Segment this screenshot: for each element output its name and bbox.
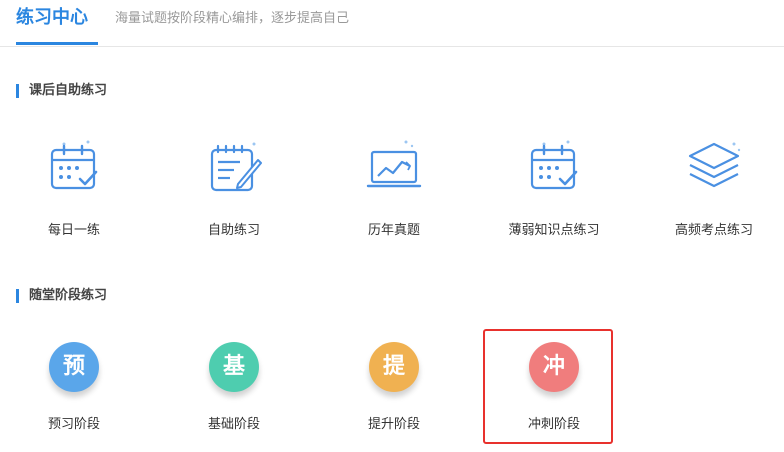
page-header: 练习中心 海量试题按阶段精心编排，逐步提高自己 [0, 0, 784, 47]
stage-card-label: 提升阶段 [367, 417, 420, 432]
page-subtitle: 海量试题按阶段精心编排，逐步提高自己 [115, 11, 350, 26]
stage-badge: 预 [49, 342, 99, 392]
notebook-pen-icon [204, 138, 264, 198]
practice-card-high-frequency[interactable]: 高频考点练习 [651, 138, 777, 248]
laptop-chart-icon [364, 138, 424, 198]
stage-card-label: 预习阶段 [47, 417, 100, 432]
stage-card-label: 基础阶段 [207, 417, 260, 432]
stage-badge: 提 [369, 342, 419, 392]
practice-card-label: 每日一练 [47, 223, 100, 238]
practice-card-label: 自助练习 [207, 223, 260, 238]
section-marker [16, 84, 19, 98]
layers-icon [684, 138, 744, 198]
selection-highlight-box [483, 329, 613, 444]
calendar-check-icon [44, 138, 104, 198]
page-title[interactable]: 练习中心 [16, 6, 88, 30]
practice-card-past-exams[interactable]: 历年真题 [331, 138, 457, 248]
stage-card-basic[interactable]: 基 基础阶段 [171, 342, 297, 452]
section-title: 随堂阶段练习 [29, 288, 108, 303]
practice-card-weak-points[interactable]: 薄弱知识点练习 [491, 138, 617, 248]
calendar-check-icon [524, 138, 584, 198]
stage-card-preview[interactable]: 预 预习阶段 [11, 342, 137, 452]
practice-card-label: 高频考点练习 [674, 223, 753, 238]
stage-card-advance[interactable]: 提 提升阶段 [331, 342, 457, 452]
active-tab-underline [16, 42, 98, 45]
practice-card-daily[interactable]: 每日一练 [11, 138, 137, 248]
section-title: 课后自助练习 [29, 83, 108, 98]
stage-badge: 基 [209, 342, 259, 392]
section-marker [16, 289, 19, 303]
practice-card-self[interactable]: 自助练习 [171, 138, 297, 248]
practice-card-label: 历年真题 [367, 223, 420, 238]
practice-card-label: 薄弱知识点练习 [508, 223, 600, 238]
